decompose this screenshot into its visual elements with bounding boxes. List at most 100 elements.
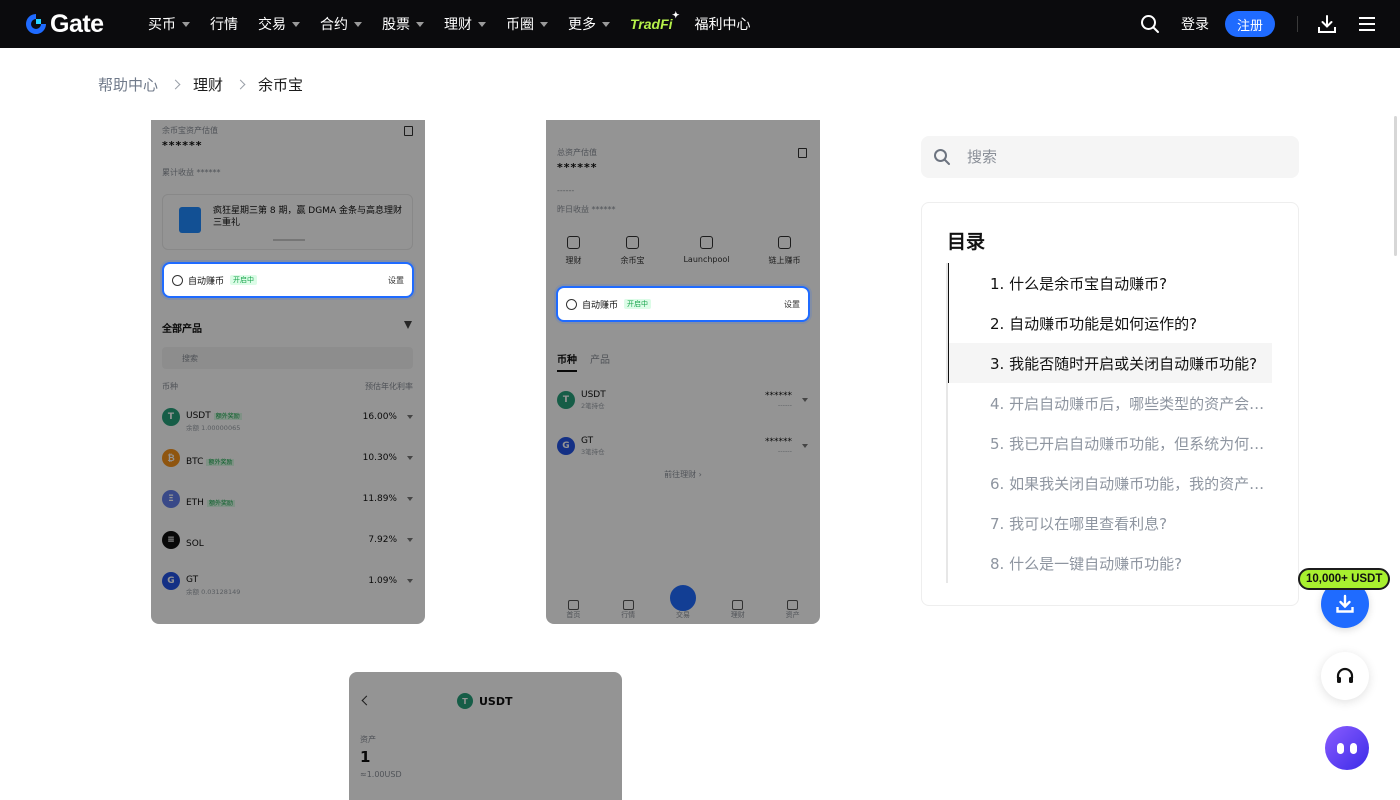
toc-item-7[interactable]: 7. 我可以在哪里查看利息? [948,503,1272,543]
holding-row[interactable]: T USDT 2笔持仓 ****** ------ [557,386,808,414]
toc-item-4[interactable]: 4. 开启自动赚币后，哪些类型的资产会参与? [948,383,1272,423]
quick-action-label: 理财 [565,256,582,265]
coin-name-line: BTC 额外奖励 [186,449,235,468]
nav-item-6[interactable]: 币圈 [506,14,548,34]
quick-action[interactable]: 余币宝 [620,236,644,272]
asset-value: ****** [162,139,203,152]
customer-service-button[interactable] [1321,652,1369,700]
detail-header: T USDT [457,693,513,709]
detail-title: USDT [479,694,513,708]
holding-value: ****** ------ [765,437,792,455]
bottom-tab[interactable]: 交易 [676,600,690,624]
bottom-tab-bar: 首页 行情 交易 理财 资产 [546,598,820,624]
nav-item-5[interactable]: 理财 [444,14,486,34]
coin-row[interactable]: Ξ ETH 额外奖励 11.89% [162,485,413,513]
coin-row[interactable]: ₿ BTC 额外奖励 10.30% [162,444,413,472]
toc-item-8[interactable]: 8. 什么是一键自动赚币功能? [948,543,1272,583]
coin-name: ETH [186,497,204,508]
chevron-down-icon [407,538,413,542]
menu-icon[interactable] [1356,13,1378,35]
usdt-coin-icon: T [557,391,575,409]
product-search[interactable]: 搜索 [162,347,413,369]
login-link[interactable]: 登录 [1181,14,1209,34]
ai-assistant-button[interactable] [1325,726,1369,770]
chevron-down-icon [602,21,610,27]
usdt-coin-icon: T [162,408,180,426]
nav-item-0[interactable]: 买币 [148,14,190,34]
auto-earn-icon [566,298,577,310]
quick-action[interactable]: 理财 [565,236,581,272]
nav-item-label: 币圈 [506,17,534,33]
goto-earn-link[interactable]: 前往理财 › [546,469,820,480]
breadcrumb-help-center[interactable]: 帮助中心 [98,74,158,95]
nav-item-welfare-center[interactable]: 福利中心 [695,14,751,34]
all-products-title: 全部产品 [162,324,202,335]
auto-earn-settings[interactable]: 设置 [784,299,800,310]
asset-label: 余币宝资产估值 [162,126,218,135]
coin-row[interactable]: T USDT 额外奖励 余额 1.00000065 16.00% [162,403,413,432]
coin-info: SOL [186,531,204,550]
back-icon[interactable] [361,695,372,706]
quick-action[interactable]: Launchpool [683,236,730,272]
auto-earn-card[interactable]: 自动赚币 开启中 设置 [162,262,414,298]
bottom-tab[interactable]: 资产 [786,600,800,624]
nav-item-label: 理财 [444,17,472,33]
coin-row[interactable]: G GT 余额 0.03128149 1.09% [162,567,413,596]
bottom-tab[interactable]: 行情 [621,600,635,624]
nav-item-7[interactable]: 更多 [568,14,610,34]
nav-item-label: 更多 [568,17,596,33]
signup-button[interactable]: 注册 [1224,11,1275,37]
bottom-tab[interactable]: 理财 [731,600,745,624]
quick-action-icon [778,236,791,249]
download-icon[interactable] [1316,13,1338,35]
asset-value: 1 [360,748,371,766]
breadcrumb-earn[interactable]: 理财 [193,74,223,95]
coin-info: GT 余额 0.03128149 [186,567,240,596]
bottom-tab-icon [567,600,579,610]
nav-item-2[interactable]: 交易 [258,14,300,34]
search-icon[interactable] [1139,13,1161,35]
nav-item-3[interactable]: 合约 [320,14,362,34]
coin-name-line: ETH 额外奖励 [186,490,235,509]
toc-item-2[interactable]: 2. 自动赚币功能是如何运作的? [948,303,1272,343]
breadcrumb-current: 余币宝 [258,75,304,94]
holding-name: GT [581,436,594,446]
eth-coin-icon: Ξ [162,490,180,508]
bottom-tab[interactable]: 首页 [566,600,580,624]
help-search-box[interactable] [921,136,1299,178]
chevron-down-icon [407,456,413,460]
coin-name-line: USDT 额外奖励 [186,403,242,422]
auto-earn-card[interactable]: 自动赚币 开启中 设置 [556,286,810,322]
tab-product[interactable]: 产品 [590,351,610,366]
tab-coin[interactable]: 币种 [557,351,577,372]
holding-info: USDT 2笔持仓 [581,390,606,410]
btc-coin-icon: ₿ [162,449,180,467]
bottom-tab-icon [732,600,744,610]
toc-item-1[interactable]: 1. 什么是余币宝自动赚币? [948,263,1272,303]
nav-item-label: 股票 [382,17,410,33]
help-search-input[interactable] [967,148,1267,166]
nav-item-1[interactable]: 行情 [210,14,238,34]
chevron-right-icon [170,79,181,89]
headset-icon [1336,667,1354,683]
gate-logo[interactable]: Gate [24,12,104,37]
toc-item-3[interactable]: 3. 我能否随时开启或关闭自动赚币功能? [948,343,1272,383]
coin-row[interactable]: ≡ SOL 7.92% [162,526,413,554]
quick-action[interactable]: 链上赚币 [769,236,801,272]
auto-earn-label: 自动赚币 [582,300,619,311]
holding-value: ****** ------ [765,391,792,409]
filter-icon[interactable] [404,321,412,329]
asset-value: ****** [557,161,598,174]
chevron-down-icon [540,21,548,27]
nav-item-4[interactable]: 股票 [382,14,424,34]
toc-item-label: 7. 我可以在哪里查看利息? [990,514,1168,533]
auto-earn-status: 开启中 [230,275,258,285]
coin-rate: 10.30% [362,453,397,463]
page-scrollbar[interactable] [1394,116,1397,256]
holding-row[interactable]: G GT 3笔持仓 ****** ------ [557,432,808,460]
auto-earn-settings[interactable]: 设置 [388,275,404,286]
tradfi-link[interactable]: TradFi ✦ [630,10,680,32]
toc-item-6[interactable]: 6. 如果我关闭自动赚币功能，我的资产会怎样? [948,463,1272,503]
toc-item-5[interactable]: 5. 我已开启自动赚币功能，但系统为何没有申购? [948,423,1272,463]
toc-item-label: 4. 开启自动赚币后，哪些类型的资产会参与? [990,394,1272,413]
